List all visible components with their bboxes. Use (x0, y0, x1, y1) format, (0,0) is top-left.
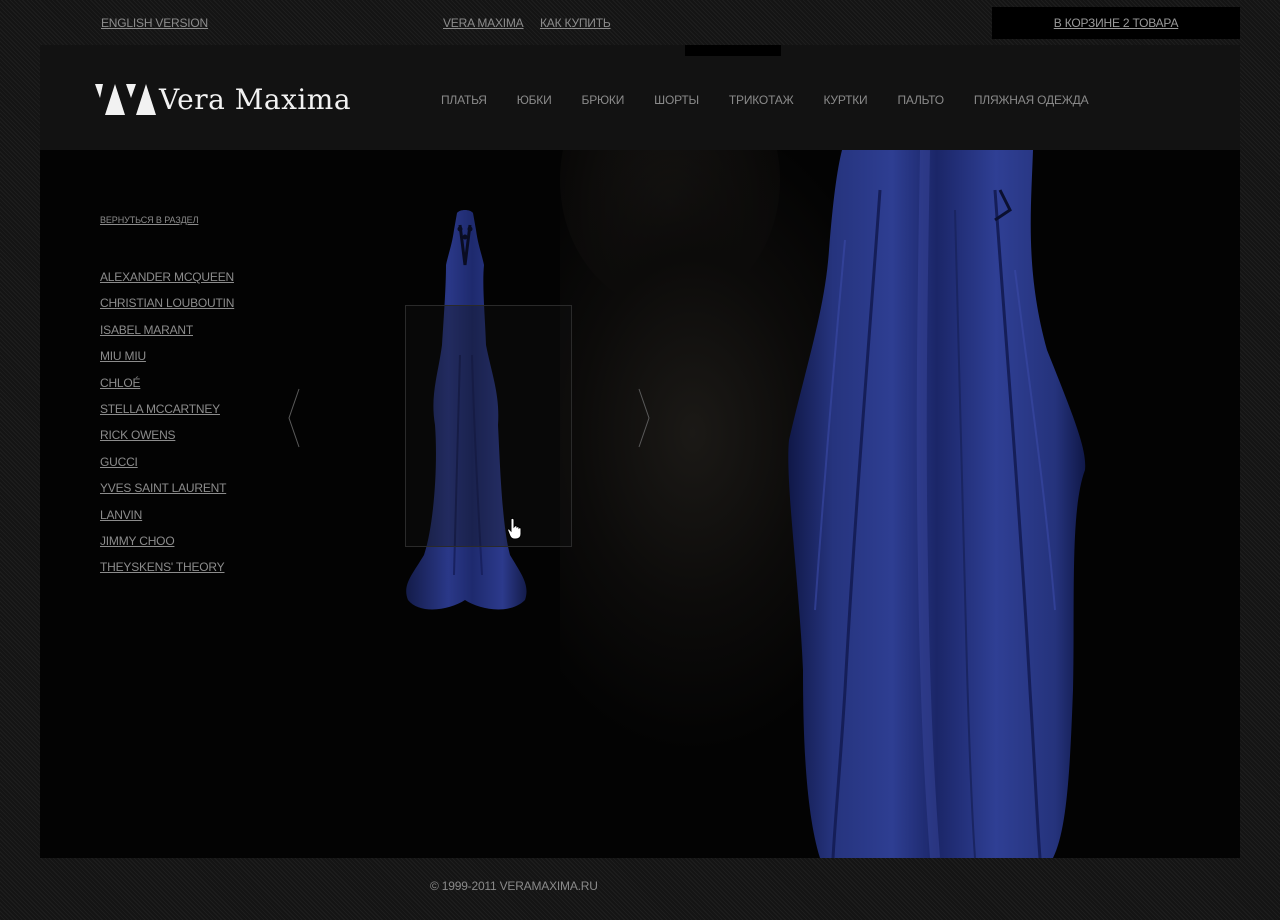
brand-item[interactable]: MIU MIU (100, 349, 234, 375)
back-to-section-link[interactable]: ВЕРНУТЬСЯ В РАЗДЕЛ (100, 215, 198, 225)
brand-link-chloe[interactable]: CHLOÉ (100, 376, 141, 390)
brand-item[interactable]: STELLA MCCARTNEY (100, 402, 234, 428)
brand-link-rick-owens[interactable]: RICK OWENS (100, 428, 176, 442)
nav-item-beachwear[interactable]: ПЛЯЖНАЯ ОДЕЖДА (974, 93, 1089, 107)
brand-link-isabel-marant[interactable]: ISABEL MARANT (100, 323, 193, 337)
english-version-link[interactable]: ENGLISH VERSION (101, 16, 208, 30)
brand-link-stella-mccartney[interactable]: STELLA MCCARTNEY (100, 402, 220, 416)
logo-text: Vera Maxima (159, 83, 352, 116)
nav-item-dresses[interactable]: ПЛАТЬЯ (441, 93, 487, 107)
brand-link-miu-miu[interactable]: MIU MIU (100, 349, 146, 363)
cart-panel[interactable]: В КОРЗИНЕ 2 ТОВАРА (992, 7, 1240, 39)
brand-link-theyskens-theory[interactable]: THEYSKENS' THEORY (100, 560, 225, 574)
brand-item[interactable]: ALEXANDER MCQUEEN (100, 270, 234, 296)
brand-item[interactable]: YVES SAINT LAURENT (100, 481, 234, 507)
nav-item-skirts[interactable]: ЮБКИ (517, 93, 552, 107)
cart-link[interactable]: В КОРЗИНЕ 2 ТОВАРА (1054, 16, 1179, 30)
nav-item-trousers[interactable]: БРЮКИ (582, 93, 625, 107)
zoom-selection-box[interactable] (405, 305, 572, 547)
how-to-buy-link[interactable]: КАК КУПИТЬ (540, 16, 611, 30)
product-zoom-image (788, 150, 1086, 858)
footer-copyright: © 1999-2011 VERAMAXIMA.RU (430, 879, 598, 893)
brand-item[interactable]: CHRISTIAN LOUBOUTIN (100, 296, 234, 322)
brand-item[interactable]: LANVIN (100, 508, 234, 534)
brand-item[interactable]: GUCCI (100, 455, 234, 481)
about-link[interactable]: VERA MAXIMA (443, 16, 524, 30)
top-bar: ENGLISH VERSION VERA MAXIMA КАК КУПИТЬ В… (0, 0, 1280, 45)
header: Vera Maxima ПЛАТЬЯ ЮБКИ БРЮКИ ШОРТЫ ТРИК… (40, 45, 1240, 150)
arrow-right-icon[interactable] (637, 388, 651, 448)
nav-item-shorts[interactable]: ШОРТЫ (654, 93, 699, 107)
brand-item[interactable]: CHLOÉ (100, 376, 234, 402)
arrow-left-icon[interactable] (287, 388, 301, 448)
brand-link-lanvin[interactable]: LANVIN (100, 508, 142, 522)
brand-link-gucci[interactable]: GUCCI (100, 455, 138, 469)
logo[interactable]: Vera Maxima (95, 83, 351, 117)
brand-link-christian-louboutin[interactable]: CHRISTIAN LOUBOUTIN (100, 296, 234, 310)
nav-item-jackets[interactable]: КУРТКИ (824, 93, 868, 107)
brand-item[interactable]: ISABEL MARANT (100, 323, 234, 349)
product-area: ВЕРНУТЬСЯ В РАЗДЕЛ ALEXANDER MCQUEEN CHR… (40, 150, 1240, 858)
brand-list: ALEXANDER MCQUEEN CHRISTIAN LOUBOUTIN IS… (100, 270, 234, 587)
hand-cursor-icon (507, 518, 522, 540)
brand-link-alexander-mcqueen[interactable]: ALEXANDER MCQUEEN (100, 270, 234, 284)
header-active-tab (685, 45, 781, 56)
brand-item[interactable]: THEYSKENS' THEORY (100, 560, 234, 586)
brand-link-yves-saint-laurent[interactable]: YVES SAINT LAURENT (100, 481, 226, 495)
logo-vm-icon (95, 84, 156, 115)
nav-item-coats[interactable]: ПАЛЬТО (897, 93, 944, 107)
main-nav: ПЛАТЬЯ ЮБКИ БРЮКИ ШОРТЫ ТРИКОТАЖ КУРТКИ … (441, 93, 1118, 107)
brand-link-jimmy-choo[interactable]: JIMMY CHOO (100, 534, 175, 548)
nav-item-knitwear[interactable]: ТРИКОТАЖ (729, 93, 794, 107)
brand-item[interactable]: RICK OWENS (100, 428, 234, 454)
brand-item[interactable]: JIMMY CHOO (100, 534, 234, 560)
